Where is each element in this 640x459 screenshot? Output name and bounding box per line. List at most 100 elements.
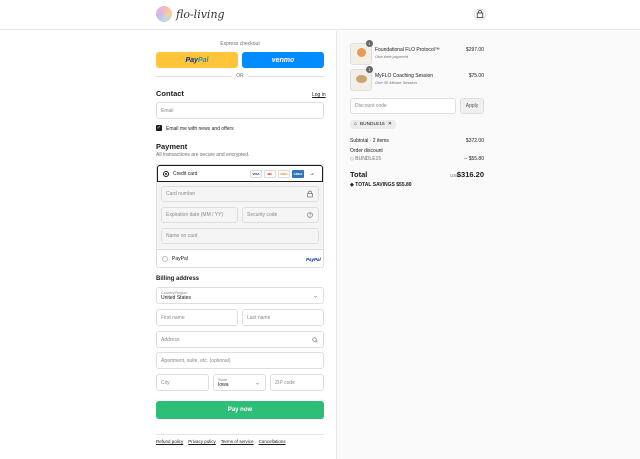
discount-placeholder: Discount code	[355, 103, 387, 109]
newsletter-checkbox[interactable]: ✓	[156, 125, 162, 131]
state-select[interactable]: State Iowa ⌄	[213, 374, 266, 391]
brand-logo[interactable]: flo-living	[156, 6, 225, 22]
paypal-word-2: Pal	[197, 56, 209, 64]
payment-method-box: Credit card VISA MC DISC AMEX +2 Card nu…	[156, 164, 324, 268]
apartment-input[interactable]: Apartment, suite, etc. (optional)	[156, 352, 324, 369]
more-cards-label: +2	[306, 170, 318, 178]
address-input[interactable]: Address	[156, 331, 324, 348]
zip-input[interactable]: ZIP code	[270, 374, 324, 391]
card-brands: VISA MC DISC AMEX +2	[250, 170, 318, 178]
discount-code-line: ◇ BUNDLE15	[350, 156, 381, 162]
chevron-down-icon: ⌄	[254, 380, 260, 386]
item-price: $75.00	[468, 73, 484, 79]
item-subtitle: One 30-Minute Session	[375, 80, 417, 85]
express-checkout-label: Express checkout	[220, 41, 260, 47]
chevron-down-icon: ⌄	[312, 293, 318, 299]
tag-icon: ⌂	[354, 122, 357, 127]
country-value: United States	[161, 295, 192, 301]
subtotal-label: Subtotal · 2 items	[350, 138, 389, 144]
savings-label: TOTAL SAVINGS	[355, 182, 395, 188]
remove-discount-icon[interactable]: ✕	[388, 122, 392, 127]
credit-card-form: Card number Expiration date (MM / YY) Se…	[157, 182, 323, 250]
lock-icon	[307, 190, 313, 198]
brand-name: flo-living	[176, 7, 225, 21]
amex-icon: AMEX	[292, 170, 304, 178]
billing-heading: Billing address	[156, 276, 200, 282]
item-name: Foundational FLO Protocol™	[375, 47, 440, 53]
order-discount-label: Order discount	[350, 148, 383, 154]
credit-card-option[interactable]: Credit card VISA MC DISC AMEX +2	[157, 165, 323, 182]
venmo-express-button[interactable]: venmo	[242, 52, 324, 68]
discount-value: – $55.80	[464, 156, 484, 162]
product-image	[356, 75, 367, 83]
header: flo-living	[0, 0, 640, 30]
last-name-placeholder: Last name	[247, 314, 271, 321]
or-label: OR	[236, 73, 244, 79]
first-name-placeholder: First name	[161, 314, 185, 321]
applied-code: BUNDLE15	[359, 122, 385, 127]
pay-now-button[interactable]: Pay now	[156, 401, 324, 419]
flo-living-logo-icon	[156, 6, 172, 22]
refund-policy-link[interactable]: Refund policy	[156, 439, 183, 444]
item-price: $297.00	[465, 47, 484, 53]
payment-subtext: All transactions are secure and encrypte…	[156, 152, 250, 158]
savings-tag-icon: ◈	[350, 182, 354, 188]
city-input[interactable]: City	[156, 374, 209, 391]
newsletter-label: Email me with news and offers	[166, 126, 234, 132]
quantity-badge: 1	[366, 66, 373, 73]
zip-placeholder: ZIP code	[275, 379, 295, 386]
savings-value: $55.80	[396, 182, 412, 188]
name-on-card-input[interactable]: Name on card	[161, 228, 319, 244]
cancellations-link[interactable]: Cancellations	[259, 439, 286, 444]
help-icon[interactable]	[307, 212, 313, 218]
privacy-policy-link[interactable]: Privacy policy	[188, 439, 216, 444]
contact-heading: Contact	[156, 89, 184, 98]
total-savings: ◈ TOTAL SAVINGS $55.80	[350, 182, 412, 188]
apartment-placeholder: Apartment, suite, etc. (optional)	[161, 357, 231, 364]
footer-divider	[156, 434, 324, 435]
quantity-badge: 1	[366, 40, 373, 47]
applied-discount-tag: ⌂ BUNDLE15 ✕	[350, 120, 396, 129]
discount-code-input[interactable]: Discount code	[350, 98, 456, 114]
security-code-input[interactable]: Security code	[242, 207, 319, 223]
subtotal-value: $372.00	[465, 138, 484, 144]
shopping-bag-icon[interactable]	[474, 8, 486, 21]
first-name-input[interactable]: First name	[156, 309, 238, 326]
order-summary-pane	[336, 31, 640, 459]
discover-icon: DISC	[278, 170, 290, 178]
mastercard-icon: MC	[264, 170, 276, 178]
item-name: MyFLO Coaching Session	[375, 73, 434, 79]
paypal-option[interactable]: PayPal PayPal	[157, 250, 323, 268]
visa-icon: VISA	[250, 170, 262, 178]
search-icon	[312, 336, 318, 343]
apply-discount-button[interactable]: Apply	[460, 98, 484, 114]
last-name-input[interactable]: Last name	[242, 309, 324, 326]
name-on-card-placeholder: Name on card	[166, 233, 198, 239]
paypal-label: PayPal	[172, 256, 188, 262]
login-link[interactable]: Log in	[312, 92, 326, 98]
total-label: Total	[350, 170, 368, 179]
email-field[interactable]: Email	[156, 102, 324, 119]
country-select[interactable]: Country/Region United States ⌄	[156, 287, 324, 304]
paypal-radio[interactable]	[162, 256, 168, 262]
tag-icon: ◇	[350, 156, 354, 162]
credit-card-label: Credit card	[173, 171, 198, 177]
credit-card-radio[interactable]	[163, 171, 169, 177]
item-subtitle: One-time payment	[375, 54, 408, 59]
paypal-logo-icon: PayPal	[306, 257, 321, 262]
security-code-placeholder: Security code	[247, 212, 278, 218]
city-placeholder: City	[161, 379, 170, 386]
address-placeholder: Address	[161, 336, 180, 343]
terms-of-service-link[interactable]: Terms of service	[221, 439, 254, 444]
total-value: $316.20	[456, 170, 484, 179]
expiration-input[interactable]: Expiration date (MM / YY)	[161, 207, 238, 223]
product-image	[357, 48, 366, 57]
expiration-placeholder: Expiration date (MM / YY)	[166, 212, 224, 218]
payment-heading: Payment	[156, 142, 188, 151]
footer-links: Refund policy Privacy policy Terms of se…	[156, 439, 286, 444]
discount-code-text: BUNDLE15	[355, 156, 382, 162]
card-number-placeholder: Card number	[166, 191, 196, 197]
or-divider: OR	[156, 73, 324, 79]
paypal-express-button[interactable]: Pay Pal	[156, 52, 238, 68]
card-number-input[interactable]: Card number	[161, 186, 319, 202]
